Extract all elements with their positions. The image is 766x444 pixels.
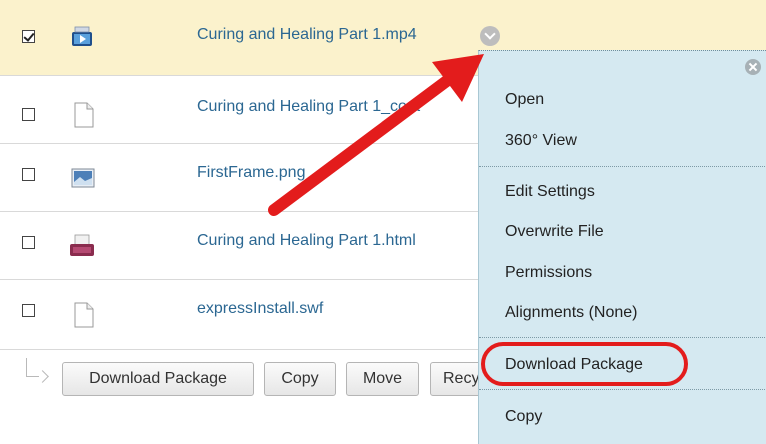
copy-button[interactable]: Copy [264, 362, 336, 396]
menu-divider [479, 166, 766, 167]
row-checkbox[interactable] [22, 236, 35, 249]
image-file-icon [70, 166, 96, 195]
document-file-icon [74, 302, 94, 333]
row-checkbox[interactable] [22, 30, 35, 43]
menu-item-copy[interactable]: Copy [505, 408, 542, 426]
menu-item-permissions[interactable]: Permissions [505, 264, 592, 282]
annotation-highlight [481, 342, 688, 386]
menu-divider [479, 337, 766, 338]
menu-item-360-view[interactable]: 360° View [505, 132, 577, 150]
menu-item-overwrite-file[interactable]: Overwrite File [505, 223, 604, 241]
menu-item-edit-settings[interactable]: Edit Settings [505, 183, 595, 201]
document-file-icon [74, 102, 94, 133]
file-link[interactable]: FirstFrame.png [197, 164, 305, 182]
close-icon[interactable] [745, 59, 761, 75]
row-checkbox[interactable] [22, 108, 35, 121]
file-link[interactable]: Curing and Healing Part 1.html [197, 232, 416, 250]
row-checkbox[interactable] [22, 168, 35, 181]
chevron-down-icon[interactable] [480, 26, 500, 46]
download-package-button[interactable]: Download Package [62, 362, 254, 396]
file-link[interactable]: Curing and Healing Part 1_cont [197, 98, 420, 116]
move-button[interactable]: Move [346, 362, 419, 396]
row-checkbox[interactable] [22, 304, 35, 317]
html-file-icon [68, 232, 96, 265]
file-link[interactable]: Curing and Healing Part 1.mp4 [197, 26, 417, 44]
menu-item-alignments[interactable]: Alignments (None) [505, 304, 638, 322]
menu-item-open[interactable]: Open [505, 91, 544, 109]
file-link[interactable]: expressInstall.swf [197, 300, 323, 318]
menu-divider [479, 389, 766, 390]
video-file-icon [70, 24, 94, 55]
